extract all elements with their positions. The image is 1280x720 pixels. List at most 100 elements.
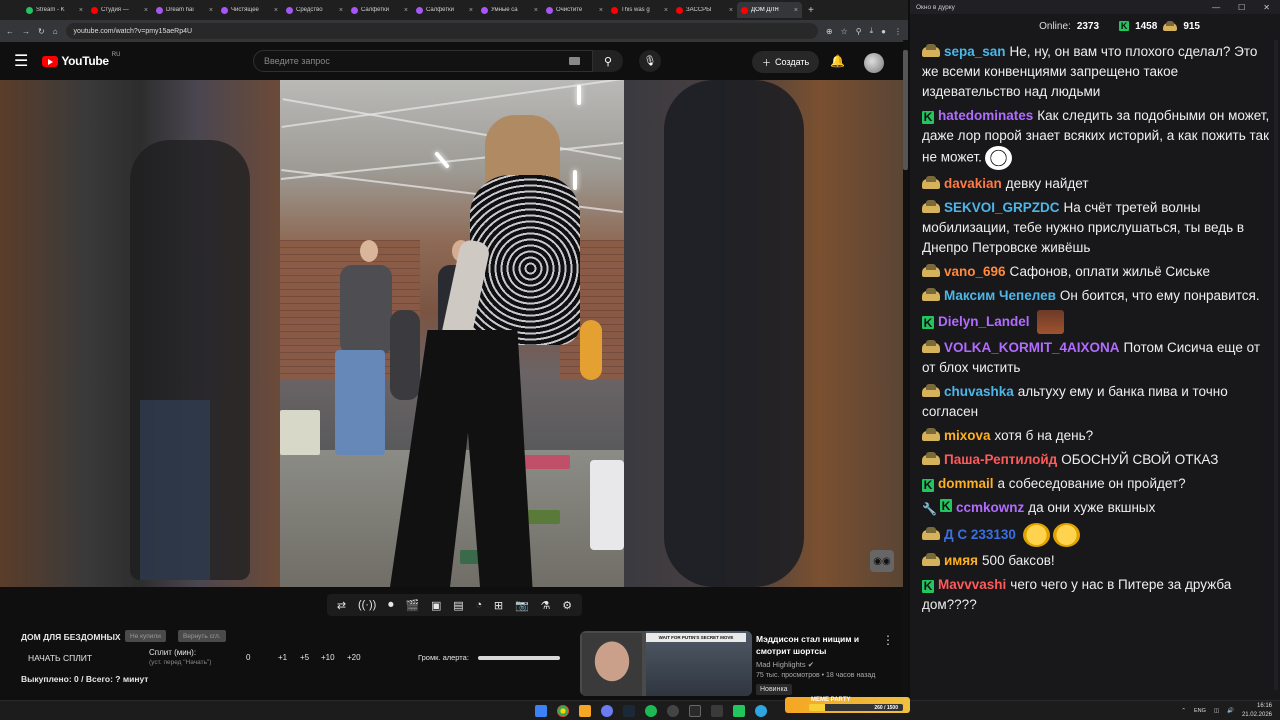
chrome-icon[interactable] xyxy=(557,705,569,717)
bookmark-star-icon[interactable]: ☆ xyxy=(841,27,848,36)
back-icon[interactable]: ← xyxy=(6,27,14,36)
browser-tab[interactable]: Салфетки × xyxy=(412,2,477,18)
camera-icon[interactable]: 📷 xyxy=(515,599,529,612)
tab-close-icon[interactable]: × xyxy=(274,7,278,14)
clock[interactable]: 16:16 21.02.2026 xyxy=(1242,702,1272,720)
tab-close-icon[interactable]: × xyxy=(664,7,668,14)
recommended-title[interactable]: Мэддисон стал нищим и смотрит шортсы xyxy=(756,633,876,657)
tab-close-icon[interactable]: × xyxy=(404,7,408,14)
search-input[interactable]: Введите запрос xyxy=(253,50,593,72)
add-frame-icon[interactable]: ⊞ xyxy=(494,599,503,612)
chat-username[interactable]: vano_696 xyxy=(944,264,1006,279)
voice-search-button[interactable]: 🎙 xyxy=(639,50,661,72)
chat-username[interactable]: Максим Чепелев xyxy=(944,288,1056,303)
steam-icon[interactable] xyxy=(623,705,635,717)
settings-gear-icon[interactable]: ⚙ xyxy=(562,599,572,612)
folder-icon[interactable] xyxy=(579,705,591,717)
start-split-button[interactable]: НАЧАТЬ СПЛИТ xyxy=(28,653,92,663)
video-thumbnail[interactable]: WAIT FOR PUTIN'S SECRET MOVE xyxy=(580,631,752,696)
browser-tab[interactable]: Stream - K × xyxy=(22,2,87,18)
alert-volume-slider[interactable] xyxy=(478,656,560,660)
avatar[interactable] xyxy=(864,53,884,73)
reload-icon[interactable]: ↻ xyxy=(38,27,45,36)
return-pill[interactable]: Вернуть сгл. xyxy=(178,630,226,642)
new-tab-icon[interactable]: + xyxy=(808,5,814,16)
tab-close-icon[interactable]: × xyxy=(209,7,213,14)
chat-username[interactable]: имяя xyxy=(944,553,978,568)
channel-name[interactable]: Mad Highlights ✔ xyxy=(756,660,814,669)
chat-username[interactable]: sepa_san xyxy=(944,44,1006,59)
browser-tab[interactable]: Dream hai × xyxy=(152,2,217,18)
profile-icon[interactable]: ● xyxy=(881,27,886,36)
chat-username[interactable]: dommail xyxy=(938,476,994,491)
split-step-button[interactable]: +20 xyxy=(347,653,361,662)
chat-username[interactable]: hatedominates xyxy=(938,108,1033,123)
telegram-icon[interactable] xyxy=(755,705,767,717)
chat-username[interactable]: Д С 233130 xyxy=(944,527,1016,542)
browser-tab[interactable]: Средство × xyxy=(282,2,347,18)
browser-tab[interactable]: Салфетки × xyxy=(347,2,412,18)
obs-icon[interactable] xyxy=(667,705,679,717)
url-field[interactable]: youtube.com/watch?v=pmy15aeRp4U xyxy=(65,23,818,39)
tab-close-icon[interactable]: × xyxy=(339,7,343,14)
terminal-icon[interactable] xyxy=(689,705,701,717)
browser-tab[interactable]: This was g × xyxy=(607,2,672,18)
not-bought-pill[interactable]: Не купили xyxy=(125,630,166,642)
youtube-logo[interactable]: YouTube RU xyxy=(42,52,120,68)
tab-close-icon[interactable]: × xyxy=(534,7,538,14)
chat-username[interactable]: davakian xyxy=(944,176,1002,191)
clapper-icon[interactable]: 🎬 xyxy=(405,599,419,612)
keyboard-icon[interactable] xyxy=(569,57,580,65)
browser-tab[interactable]: ДОМ ДЛЯ × xyxy=(737,2,802,18)
audio-wave-icon[interactable]: ((·)) xyxy=(358,599,376,611)
flask-icon[interactable]: ⚗ xyxy=(541,599,551,612)
chat-scrollbar[interactable] xyxy=(1274,40,1278,690)
chat-username[interactable]: Паша-Рептилойд xyxy=(944,452,1057,467)
overlay-widget-button[interactable]: ◉◉ xyxy=(870,550,894,572)
split-step-button[interactable]: +1 xyxy=(278,653,287,662)
browser-tab[interactable]: Умные са × xyxy=(477,2,542,18)
discord-icon[interactable] xyxy=(601,705,613,717)
speed-icon[interactable]: ◔ xyxy=(475,599,482,611)
loop-icon[interactable]: ⇄ xyxy=(337,599,346,612)
subtitles-icon[interactable]: ▤ xyxy=(453,599,463,612)
split-step-button[interactable]: +10 xyxy=(321,653,335,662)
page-scrollbar[interactable] xyxy=(903,40,908,695)
app-icon[interactable] xyxy=(711,705,723,717)
zoom-icon[interactable]: ⊕ xyxy=(826,27,833,36)
close-icon[interactable]: ✕ xyxy=(1263,3,1270,12)
tab-close-icon[interactable]: × xyxy=(729,7,733,14)
spotify-icon[interactable] xyxy=(645,705,657,717)
tray-chevron-icon[interactable]: ⌃ xyxy=(1181,708,1186,714)
download-icon[interactable]: ⤓ xyxy=(870,26,874,36)
browser-tab[interactable]: Студия — × xyxy=(87,2,152,18)
record-icon[interactable]: ⏺ xyxy=(388,599,394,612)
tab-close-icon[interactable]: × xyxy=(599,7,603,14)
browser-tab[interactable]: ЗАССРЫ × xyxy=(672,2,737,18)
chat-username[interactable]: Dielyn_Landel xyxy=(938,314,1030,329)
more-options-icon[interactable]: ⋮ xyxy=(882,633,894,647)
chat-username[interactable]: ccmkownz xyxy=(956,500,1024,515)
menu-icon[interactable]: ☰ xyxy=(14,51,28,71)
tab-close-icon[interactable]: × xyxy=(794,7,798,14)
kick-app-icon[interactable] xyxy=(733,705,745,717)
minimize-icon[interactable]: — xyxy=(1212,3,1220,12)
maximize-icon[interactable]: ☐ xyxy=(1238,3,1245,12)
screen-icon[interactable]: ▣ xyxy=(431,599,441,612)
video-player[interactable]: ◉◉ xyxy=(0,80,903,587)
notifications-bell-icon[interactable]: 🔔 xyxy=(830,54,845,68)
recommended-video[interactable]: WAIT FOR PUTIN'S SECRET MOVE Мэддисон ст… xyxy=(580,631,902,697)
forward-icon[interactable]: → xyxy=(22,27,30,36)
search-button[interactable]: ⚲ xyxy=(593,50,623,72)
chat-username[interactable]: VOLKA_KORMIT_4AIXONA xyxy=(944,340,1120,355)
split-step-button[interactable]: +5 xyxy=(300,653,309,662)
chat-username[interactable]: Mavvvashi xyxy=(938,577,1006,592)
browser-tab[interactable]: Чистящее × xyxy=(217,2,282,18)
chat-username[interactable]: SEKVOI_GRPZDC xyxy=(944,200,1060,215)
browser-tab[interactable]: Очистите × xyxy=(542,2,607,18)
volume-icon[interactable]: 🔊 xyxy=(1227,708,1234,714)
chat-username[interactable]: mixova xyxy=(944,428,991,443)
tab-close-icon[interactable]: × xyxy=(79,7,83,14)
tab-close-icon[interactable]: × xyxy=(469,7,473,14)
network-icon[interactable]: ◫ xyxy=(1214,708,1219,714)
